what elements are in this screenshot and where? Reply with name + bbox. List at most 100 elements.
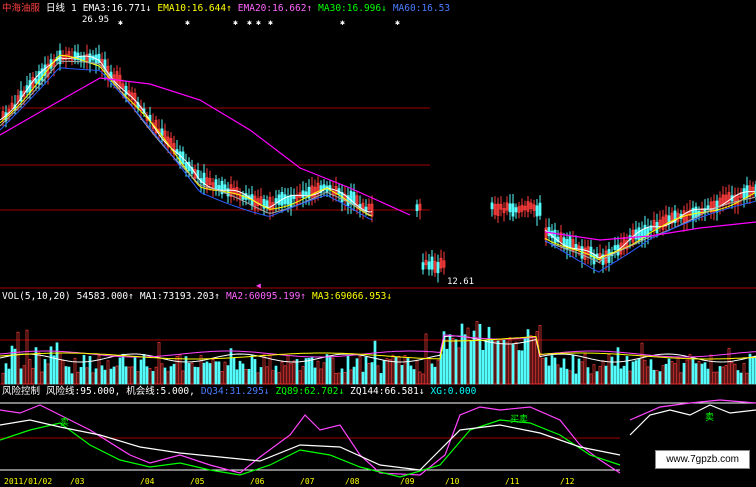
high-price-mark: 26.95 [82,15,110,25]
volume-bar [112,366,116,385]
volume-bar [706,368,710,385]
volume-bar [634,360,638,385]
volume-bar [316,360,320,385]
volume-bar [592,364,596,385]
volume-bar [217,361,221,385]
volume-bar [94,368,98,385]
volume-bar [379,373,383,385]
volume-bar [382,360,386,385]
chance-line-readout: 机会线:5.000, [126,386,195,397]
sell-signal-right: 卖 [705,413,715,423]
volume-bar [298,370,302,385]
volume-bar [496,340,500,385]
volume-bar [502,339,506,385]
volume-bar [523,337,527,385]
volume-bar [46,363,50,385]
volume-bar [211,359,215,385]
risk-dq34-line-right [629,404,756,436]
volume-bar [181,370,185,385]
signal-star-icon: ✱ [340,18,345,27]
candle-body [655,221,659,234]
volume-bar [649,359,653,385]
volume-bar [619,368,623,385]
stock-name: 中海油服 [2,3,41,14]
volume-bar [289,363,293,385]
volume-bar [214,361,218,385]
volume-bar [511,344,515,385]
volume-bar [100,365,104,385]
candle-body [421,262,425,270]
price-pane[interactable]: ✱ ✱ ✱ ✱ ✱ ✱ ✱ ✱ ◀ 中海油服 日线 1 EMA3:16.771↓ EMA10:1… [0,0,756,290]
cursor-marker-icon: ◀ [256,281,261,290]
price-header: 中海油服 日线 1 EMA3:16.771↓ EMA10:16.644↑ EMA… [0,2,450,16]
volume-bar [670,361,674,385]
candle-body [286,195,290,205]
volume-bar [697,361,701,385]
volume-bar [364,356,368,385]
volume-bar [628,370,632,385]
volume-bar [484,340,488,385]
volume-bar [10,345,14,385]
volume-bar [121,353,125,385]
volume-pane[interactable]: VOL(5,10,20) 54583.000↑ MA1:73193.203↑ M… [0,290,756,385]
volume-bar [175,356,179,385]
volume-bar [271,370,275,385]
volume-bar [685,359,689,385]
volume-bar [412,369,416,385]
volume-chart[interactable] [0,290,756,385]
volume-bar [451,337,455,385]
volume-bar [415,360,419,385]
volume-bar [91,372,95,385]
volume-bar [136,371,140,385]
volume-bar [532,336,536,385]
volume-bar [241,363,245,385]
volume-bar [253,359,257,385]
volume-bar [55,342,59,385]
volume-bar [616,347,620,385]
volume-bar [460,323,464,385]
volume-bar [70,373,74,385]
volume-bar [457,347,461,385]
volume-bar [400,364,404,385]
volume-bar [277,372,281,385]
volume-bar [28,359,32,385]
volume-bar [304,358,308,385]
volume-bar [49,346,53,385]
candle-body [553,229,557,244]
volume-bar [376,365,380,385]
volume-bar [430,363,434,385]
period-label: 日线 [46,3,66,14]
volume-bar [322,362,326,385]
volume-bar [67,366,71,385]
volume-bar [115,365,119,385]
volume-bar [361,371,365,385]
volume-bar [466,327,470,385]
volume-bar [1,372,5,385]
volume-bar [160,363,164,385]
x-axis: 2011/01/02/03/04/05/06/07/08/09/10/11/12 [0,477,756,487]
volume-bar [448,334,452,385]
volume-bar [226,365,230,385]
signal-star-icon: ✱ [185,18,190,27]
volume-bar [667,358,671,385]
price-chart[interactable]: ✱ ✱ ✱ ✱ ✱ ✱ ✱ ✱ ◀ [0,0,756,290]
volume-bar [661,365,665,385]
volume-bar [145,366,149,385]
volume-bar [130,366,134,385]
volume-bar [622,365,626,385]
volume-bar [589,373,593,385]
volume-bar [343,372,347,385]
volume-bar [85,367,89,385]
volume-bar [373,340,377,385]
volume-bar [583,353,587,385]
risk-pane[interactable]: 风险控制 风险线:95.000, 机会线:5.000, DQ34:31.295↓… [0,385,756,487]
signal-star-icon: ✱ [118,18,123,27]
x-axis-tick-label: /12 [560,477,575,486]
risk-chart[interactable] [0,385,756,487]
volume-bar [355,358,359,385]
x-axis-tick-label: /07 [300,477,315,486]
volume-bar [163,367,167,385]
volume-bar [7,368,11,385]
volume-bar [490,338,494,385]
volume-bar [220,371,224,385]
